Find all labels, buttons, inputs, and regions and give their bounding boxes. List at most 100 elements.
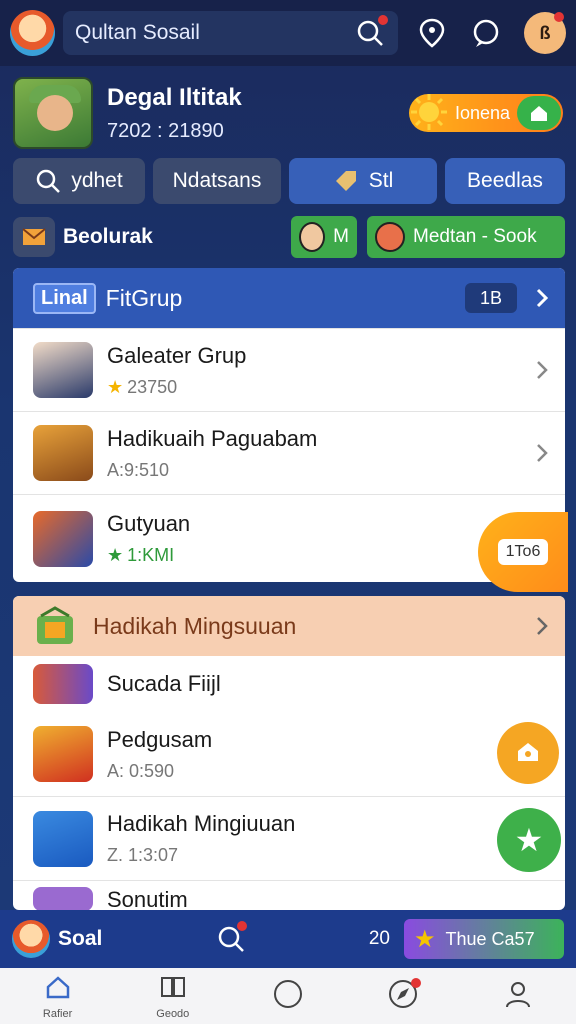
avatar (299, 222, 326, 252)
item-title: Sonutim (107, 887, 188, 910)
item-avatar (33, 342, 93, 398)
home-icon (517, 96, 561, 130)
item-image (33, 810, 93, 867)
chat-icon[interactable] (470, 17, 502, 49)
pill-fourth[interactable]: Beedlas (445, 158, 565, 204)
app-logo[interactable] (12, 920, 50, 958)
profile-avatar[interactable] (13, 77, 93, 149)
chip-m[interactable]: M (291, 216, 357, 258)
item-title: Sucada Fiijl (107, 671, 221, 696)
count-badge: 1B (465, 283, 517, 313)
item-subtitle: 1:KMI (127, 545, 175, 565)
pill-third[interactable]: Stl (289, 158, 437, 204)
chip-label: M (333, 226, 349, 247)
avatar (375, 222, 405, 252)
chevron-right-icon[interactable] (535, 288, 549, 308)
search-icon[interactable] (215, 921, 247, 955)
hadikah-card: Hadikah Mingsuuan Sucada Fiijl Pedgusam … (13, 596, 565, 910)
pill-second[interactable]: Ndatsans (153, 158, 281, 204)
pill-label: Beedlas (467, 169, 543, 192)
tag-icon (333, 168, 359, 194)
promo-button[interactable]: ★ Thue Ca57 (404, 919, 564, 959)
floating-home-button[interactable] (497, 722, 559, 784)
star-icon: ★ (107, 376, 124, 397)
list-item[interactable]: Galeater Grup ★ 23750 (13, 328, 565, 411)
search-icon (35, 168, 61, 194)
search-icon[interactable] (354, 15, 388, 49)
item-subtitle: A:9:510 (107, 459, 170, 480)
home-icon (515, 739, 541, 768)
item-title: Hadikuaih Paguabam (107, 425, 318, 451)
chip-medtan[interactable]: Medtan - Sook (367, 216, 565, 258)
envelope-icon[interactable] (13, 217, 55, 257)
card-header[interactable]: Linal FitGrup 1B (13, 268, 565, 328)
list-item[interactable]: Sonutim (13, 880, 565, 910)
bonus-badge[interactable]: Ionena (409, 94, 563, 132)
search-bar[interactable]: Qultan Sosail (62, 11, 398, 55)
item-subtitle: 23750 (127, 376, 178, 397)
profile-section: Degal Iltitak 7202 : 21890 Ionena (13, 76, 563, 150)
search-label: Qultan Sosail (74, 21, 200, 44)
list-item[interactable]: Pedgusam A: 0:590 (13, 712, 565, 796)
profile-score: 7202 : 21890 (107, 119, 224, 142)
floating-star-button[interactable]: ★ (497, 808, 561, 872)
star-icon: ★ (514, 822, 544, 858)
item-title: Galeater Grup (107, 342, 247, 368)
nav-profile[interactable] (478, 979, 558, 1014)
item-title: Hadikah Mingiuuan (107, 811, 296, 836)
chevron-right-icon[interactable] (535, 442, 549, 464)
user-icon (503, 979, 533, 1014)
category-row: Beolurak M Medtan - Sook (13, 216, 565, 258)
app-logo[interactable] (10, 10, 55, 56)
nav-circle[interactable] (248, 978, 328, 1015)
top-bar: Qultan Sosail ß (0, 0, 576, 66)
floating-counter-button[interactable]: 1To6 (478, 512, 568, 592)
circle-icon (272, 978, 304, 1015)
star-icon: ★ (414, 925, 436, 953)
card-tag: Linal (33, 282, 96, 314)
bottom-action-bar: Soal 20 ★ Thue Ca57 (0, 910, 576, 968)
user-avatar[interactable]: ß (524, 12, 566, 54)
list-item[interactable]: Sucada Fiijl (13, 656, 565, 712)
nav-compass[interactable] (363, 977, 443, 1015)
chip-label: Medtan - Sook (413, 226, 537, 247)
list-item[interactable]: Hadikuaih Paguabam A:9:510 (13, 411, 565, 494)
book-icon (159, 973, 187, 1006)
floating-counter-label: 1To6 (497, 539, 549, 565)
item-image (33, 510, 93, 567)
profile-name: Degal Iltitak (107, 83, 242, 111)
item-subtitle: A: 0:590 (107, 760, 175, 781)
card-title: FitGrup (105, 284, 183, 311)
item-title: Pedgusam (107, 726, 213, 752)
bottom-nav: Rafier Geodo (0, 968, 576, 1024)
nav-label: Geodo (156, 1007, 190, 1020)
avatar-text: ß (539, 22, 551, 43)
nav-home[interactable]: Rafier (18, 973, 98, 1020)
category-label: Beolurak (63, 225, 153, 248)
home-icon (44, 973, 72, 1006)
card-title: Hadikah Mingsuuan (93, 612, 297, 639)
nav-book[interactable]: Geodo (133, 973, 213, 1020)
bottom-label: Soal (58, 927, 103, 950)
location-icon[interactable] (416, 17, 448, 49)
pill-label: Ndatsans (172, 169, 262, 192)
item-subtitle: Z. 1:3:07 (107, 845, 179, 865)
filter-pills: ydhet Ndatsans Stl Beedlas (13, 158, 565, 204)
card-header[interactable]: Hadikah Mingsuuan (13, 596, 565, 656)
bonus-label: Ionena (455, 102, 511, 123)
gift-icon (33, 604, 77, 648)
chevron-right-icon[interactable] (535, 616, 549, 636)
nav-label: Rafier (42, 1007, 73, 1020)
pill-label: Stl (368, 169, 394, 192)
pill-search[interactable]: ydhet (13, 158, 145, 204)
sun-icon (409, 92, 449, 132)
bottom-count: 20 (368, 928, 390, 949)
star-icon: ★ (107, 545, 124, 565)
item-image (33, 664, 93, 704)
list-item[interactable]: Hadikah Mingiuuan Z. 1:3:07 (13, 796, 565, 880)
item-image (33, 887, 93, 910)
chevron-right-icon[interactable] (535, 359, 549, 381)
item-image (33, 726, 93, 782)
promo-label: Thue Ca57 (445, 928, 535, 949)
item-image (33, 425, 93, 481)
